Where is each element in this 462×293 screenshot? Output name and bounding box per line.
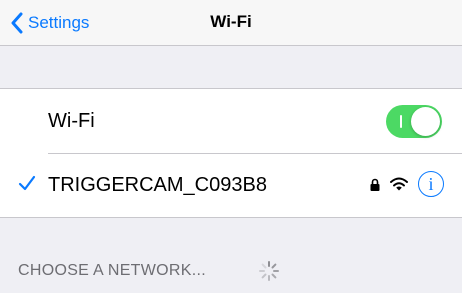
wifi-settings-group: Wi-Fi TRIGGERCAM_C093B8 i — [0, 88, 462, 218]
toggle-knob — [411, 107, 440, 136]
wifi-toggle-switch[interactable] — [386, 105, 442, 138]
info-icon[interactable]: i — [418, 171, 444, 197]
toggle-on-mark — [400, 115, 402, 128]
wifi-toggle-label: Wi-Fi — [48, 109, 95, 132]
choose-network-header: CHOOSE A NETWORK... — [18, 262, 206, 279]
page-title: Wi-Fi — [210, 12, 252, 31]
network-name: TRIGGERCAM_C093B8 — [48, 173, 267, 196]
wifi-toggle-row: Wi-Fi — [0, 89, 462, 153]
checkmark-icon — [18, 175, 36, 191]
network-status-icons: i — [370, 171, 444, 197]
navigation-bar: Settings Wi-Fi — [0, 0, 462, 46]
connected-network-row[interactable]: TRIGGERCAM_C093B8 i — [0, 153, 462, 217]
lock-icon — [370, 178, 380, 191]
wifi-signal-icon — [390, 177, 408, 191]
loading-spinner-icon — [259, 261, 279, 281]
